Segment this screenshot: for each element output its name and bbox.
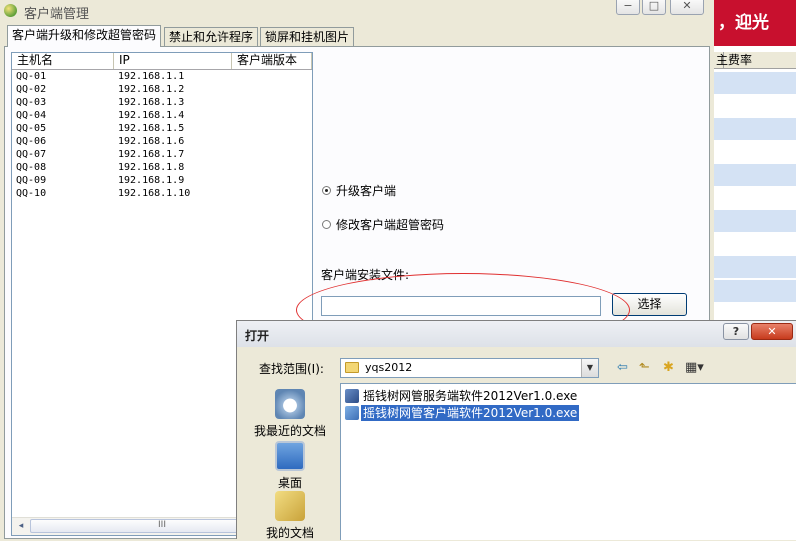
host-name-cell: QQ-01 [16,71,47,82]
host-list-header: 主机名 IP 客户端版本 [12,53,312,70]
host-name-cell: QQ-09 [16,175,47,186]
open-dialog-title-bar[interactable]: 打开 ? ✕ [237,321,796,347]
background-row [714,210,796,232]
host-ip-cell: 192.168.1.6 [118,136,185,147]
places-bar: 我最近的文档 桌面 我的文档 [241,383,339,540]
table-row[interactable]: QQ-06 192.168.1.6 [12,135,312,148]
views-menu-icon[interactable]: ▦▾ [685,361,704,375]
open-dialog-title: 打开 [245,329,270,343]
table-row[interactable]: QQ-07 192.168.1.7 [12,148,312,161]
maximize-button[interactable]: □ [642,0,666,15]
chevron-down-icon[interactable]: ▼ [581,359,598,377]
new-folder-icon[interactable]: ✱ [663,361,674,375]
main-title-bar[interactable]: 客户端管理 − □ ✕ [0,0,714,22]
folder-icon [345,362,359,373]
desktop-icon [275,441,305,471]
file-name: 摇钱树网管服务端软件2012Ver1.0.exe [363,389,578,403]
close-button[interactable]: ✕ [670,0,704,15]
lookin-dropdown[interactable]: yqs2012 ▼ [340,358,599,378]
background-row [714,164,796,186]
place-label-my-documents: 我的文档 [265,526,314,540]
place-label-recent: 我最近的文档 [253,424,326,438]
background-row [714,118,796,140]
column-header-ip[interactable]: IP [114,53,232,69]
change-password-label[interactable]: 修改客户端超管密码 [336,216,444,233]
host-name-cell: QQ-03 [16,97,47,108]
open-file-dialog: 打开 ? ✕ 查找范围(I): yqs2012 ▼ ⇦ ⬑ ✱ ▦▾ 我最近的文… [236,320,796,540]
background-row [714,256,796,278]
host-ip-cell: 192.168.1.1 [118,71,185,82]
my-documents-icon [275,491,305,521]
host-ip-cell: 192.168.1.4 [118,110,185,121]
table-row[interactable]: QQ-03 192.168.1.3 [12,96,312,109]
background-banner: ，迎光 [714,0,796,46]
host-name-cell: QQ-10 [16,188,47,199]
host-ip-cell: 192.168.1.9 [118,175,185,186]
tab-block-programs[interactable]: 禁止和允许程序 [164,27,259,46]
file-name: 摇钱树网管客户端软件2012Ver1.0.exe [361,405,580,421]
place-desktop[interactable]: 桌面 [241,441,339,491]
table-row[interactable]: QQ-01 192.168.1.1 [12,70,312,83]
host-ip-cell: 192.168.1.10 [118,188,191,199]
background-col-header-rate: 费率 [728,53,753,67]
column-header-hostname[interactable]: 主机名 [12,53,114,69]
host-ip-cell: 192.168.1.3 [118,97,185,108]
upgrade-client-label[interactable]: 升级客户端 [336,182,396,199]
main-window-title: 客户端管理 [24,7,90,22]
app-icon [4,4,17,17]
host-ip-cell: 192.168.1.5 [118,123,185,134]
exe-file-icon [345,406,359,420]
table-row[interactable]: QQ-02 192.168.1.2 [12,83,312,96]
background-col-header: 主 [716,52,729,68]
host-name-cell: QQ-05 [16,123,47,134]
file-list[interactable]: 摇钱树网管服务端软件2012Ver1.0.exe 摇钱树网管客户端软件2012V… [340,383,796,540]
change-password-radio[interactable] [322,220,331,229]
background-row [714,72,796,94]
back-icon[interactable]: ⇦ [617,361,628,375]
table-row[interactable]: QQ-05 192.168.1.5 [12,122,312,135]
table-row[interactable]: QQ-08 192.168.1.8 [12,161,312,174]
scroll-left-icon[interactable]: ◂ [13,519,29,534]
host-name-cell: QQ-07 [16,149,47,160]
lookin-label: 查找范围(I): [259,362,324,376]
table-row[interactable]: QQ-04 192.168.1.4 [12,109,312,122]
dialog-close-button[interactable]: ✕ [751,323,793,340]
host-name-cell: QQ-04 [16,110,47,121]
minimize-button[interactable]: − [616,0,640,15]
host-name-cell: QQ-02 [16,84,47,95]
up-folder-icon[interactable]: ⬑ [639,361,650,375]
background-table-header: 主 费率 [714,52,796,69]
table-row[interactable]: QQ-09 192.168.1.9 [12,174,312,187]
column-header-client-version[interactable]: 客户端版本 [232,53,312,69]
place-recent-documents[interactable]: 我最近的文档 [241,389,339,439]
host-name-cell: QQ-06 [16,136,47,147]
lookin-value: yqs2012 [365,361,413,374]
tab-client-upgrade[interactable]: 客户端升级和修改超管密码 [7,25,162,47]
host-ip-cell: 192.168.1.8 [118,162,185,173]
host-ip-cell: 192.168.1.2 [118,84,185,95]
background-row [714,280,796,302]
place-my-documents[interactable]: 我的文档 [241,491,339,541]
table-row[interactable]: QQ-10 192.168.1.10 [12,187,312,200]
tab-lock-screen-images[interactable]: 锁屏和挂机图片 [260,27,355,46]
exe-file-icon [345,389,359,403]
help-button[interactable]: ? [723,323,749,340]
recent-documents-icon [275,389,305,419]
host-ip-cell: 192.168.1.7 [118,149,185,160]
place-label-desktop: 桌面 [277,476,302,490]
upgrade-client-radio[interactable] [322,186,331,195]
host-name-cell: QQ-08 [16,162,47,173]
